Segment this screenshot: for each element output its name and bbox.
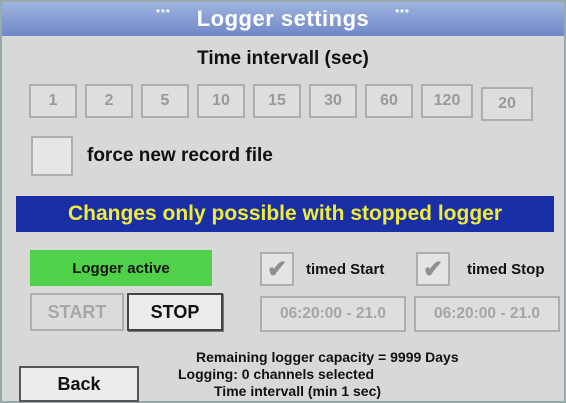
capacity-value: 9999 Days bbox=[390, 349, 459, 365]
interval-option-15[interactable]: 15 bbox=[253, 84, 301, 118]
title-bar: *** Logger settings *** bbox=[2, 2, 564, 36]
min-interval-text: Time intervall (min 1 sec) bbox=[214, 383, 382, 399]
timed-stop-field[interactable]: 06:20:00 - 21.0 bbox=[414, 296, 560, 332]
force-new-record-checkbox[interactable] bbox=[31, 136, 73, 176]
force-new-record-row: force new record file bbox=[31, 136, 273, 176]
warning-banner: Changes only possible with stopped logge… bbox=[16, 196, 554, 232]
force-new-record-label: force new record file bbox=[87, 145, 273, 166]
logger-settings-screen: *** Logger settings *** Time intervall (… bbox=[0, 0, 566, 403]
checkmark-icon: ✔ bbox=[266, 255, 288, 283]
channels-selected-text: Logging: 0 channels selected bbox=[178, 366, 375, 382]
interval-options: 1 2 5 10 15 30 60 120 20 bbox=[29, 84, 541, 121]
interval-option-30[interactable]: 30 bbox=[309, 84, 357, 118]
time-interval-title: Time intervall (sec) bbox=[197, 48, 369, 69]
interval-option-2[interactable]: 2 bbox=[85, 84, 133, 118]
title-stars-left: *** bbox=[156, 7, 171, 19]
stop-button[interactable]: STOP bbox=[127, 293, 223, 331]
timed-start-label: timed Start bbox=[306, 261, 385, 278]
remaining-capacity-text: Remaining logger capacity = 9999 Days bbox=[196, 349, 459, 365]
timed-stop-checkbox[interactable]: ✔ bbox=[416, 252, 450, 286]
title-stars-right: *** bbox=[395, 7, 410, 19]
interval-option-5[interactable]: 5 bbox=[141, 84, 189, 118]
checkmark-icon: ✔ bbox=[422, 255, 444, 283]
interval-option-10[interactable]: 10 bbox=[197, 84, 245, 118]
window-title: Logger settings bbox=[196, 6, 370, 31]
logger-status-indicator: Logger active bbox=[30, 250, 212, 286]
timed-stop-label: timed Stop bbox=[467, 261, 545, 278]
timed-start-field[interactable]: 06:20:00 - 21.0 bbox=[260, 296, 406, 332]
start-button[interactable]: START bbox=[30, 293, 124, 331]
capacity-label: Remaining logger capacity = bbox=[196, 349, 391, 365]
timed-start-checkbox[interactable]: ✔ bbox=[260, 252, 294, 286]
interval-option-60[interactable]: 60 bbox=[365, 84, 413, 118]
interval-option-1[interactable]: 1 bbox=[29, 84, 77, 118]
back-button[interactable]: Back bbox=[19, 366, 139, 402]
interval-custom-field[interactable]: 20 bbox=[481, 87, 533, 121]
interval-option-120[interactable]: 120 bbox=[421, 84, 473, 118]
